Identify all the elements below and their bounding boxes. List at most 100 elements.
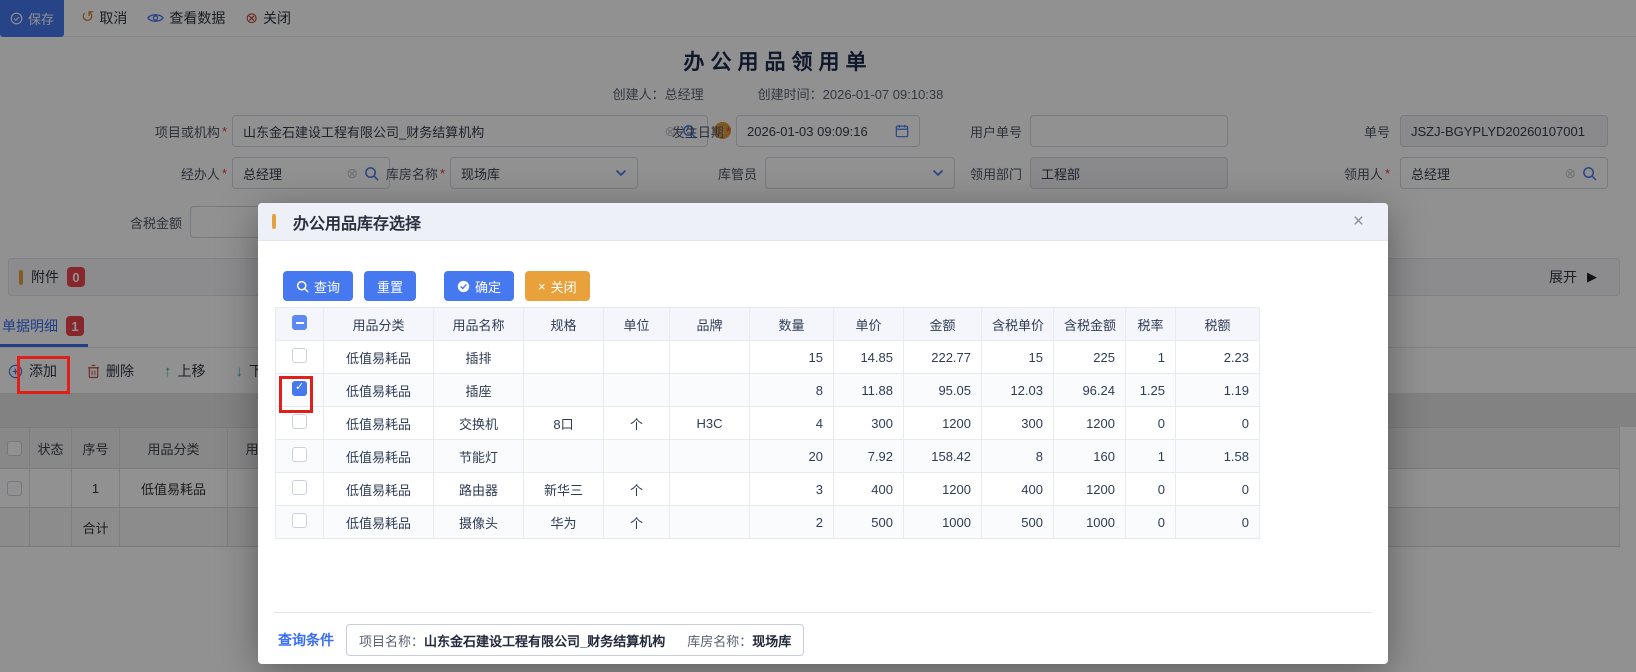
cell: 1200 bbox=[1054, 407, 1126, 440]
reset-button[interactable]: 重置 bbox=[364, 271, 416, 301]
cell: 0 bbox=[1176, 473, 1260, 506]
cell: 300 bbox=[982, 407, 1054, 440]
cell: 96.24 bbox=[1054, 374, 1126, 407]
column-header-9: 含税金额 bbox=[1054, 308, 1126, 341]
cell: 12.03 bbox=[982, 374, 1054, 407]
footer-divider bbox=[274, 612, 1372, 613]
cell bbox=[670, 506, 750, 539]
cell: 11.88 bbox=[834, 374, 904, 407]
cell: 1000 bbox=[1054, 506, 1126, 539]
row-checkbox[interactable] bbox=[292, 381, 307, 396]
reset-label: 重置 bbox=[377, 277, 403, 296]
cell bbox=[604, 341, 670, 374]
cell: 1200 bbox=[904, 407, 982, 440]
dialog-header: 办公用品库存选择 bbox=[258, 203, 1388, 241]
cell: 7.92 bbox=[834, 440, 904, 473]
row-checkbox[interactable] bbox=[292, 513, 307, 528]
cell: 0 bbox=[1126, 473, 1176, 506]
cell: 插排 bbox=[434, 341, 524, 374]
project-condition: 项目名称：山东金石建设工程有限公司_财务结算机构 bbox=[359, 631, 665, 650]
cell: 个 bbox=[604, 407, 670, 440]
cell: 8 bbox=[982, 440, 1054, 473]
cell: H3C bbox=[670, 407, 750, 440]
cell: 华为 bbox=[524, 506, 604, 539]
inventory-row[interactable]: 低值易耗品路由器新华三个34001200400120000 bbox=[276, 473, 1260, 506]
select-all-checkbox[interactable] bbox=[292, 315, 307, 330]
row-checkbox[interactable] bbox=[292, 414, 307, 429]
cell: 300 bbox=[834, 407, 904, 440]
select-all-cell bbox=[276, 308, 324, 341]
cell: 1 bbox=[1126, 341, 1176, 374]
confirm-button[interactable]: 确定 bbox=[444, 271, 514, 301]
cell: 400 bbox=[834, 473, 904, 506]
dialog-close-button[interactable]: × 关闭 bbox=[525, 271, 590, 301]
dialog-close-icon[interactable]: × bbox=[1353, 212, 1364, 231]
cell: 1.58 bbox=[1176, 440, 1260, 473]
column-header-4: 品牌 bbox=[670, 308, 750, 341]
inventory-row[interactable]: 低值易耗品节能灯207.92158.42816011.58 bbox=[276, 440, 1260, 473]
cell: 500 bbox=[834, 506, 904, 539]
query-condition-label: 查询条件 bbox=[278, 630, 334, 650]
inventory-row[interactable]: 低值易耗品插座811.8895.0512.0396.241.251.19 bbox=[276, 374, 1260, 407]
cell: 0 bbox=[1176, 407, 1260, 440]
cell bbox=[670, 341, 750, 374]
cell: 0 bbox=[1176, 506, 1260, 539]
row-select-cell bbox=[276, 341, 324, 374]
office-supplies-requisition-screen: 保存 ↺ 取消 查看数据 ⊗ 关闭 办公用品领用单 创建人：总经理 创建时间：2… bbox=[0, 0, 1636, 672]
cell: 158.42 bbox=[904, 440, 982, 473]
query-label: 查询 bbox=[314, 277, 340, 296]
cell: 插座 bbox=[434, 374, 524, 407]
cell: 3 bbox=[750, 473, 834, 506]
cell: 14.85 bbox=[834, 341, 904, 374]
column-header-7: 金额 bbox=[904, 308, 982, 341]
cell: 1200 bbox=[1054, 473, 1126, 506]
dialog-title: 办公用品库存选择 bbox=[293, 210, 421, 234]
row-checkbox[interactable] bbox=[292, 480, 307, 495]
cell bbox=[670, 473, 750, 506]
inventory-table: 用品分类用品名称规格单位品牌数量单价金额含税单价含税金额税率税额 低值易耗品插排… bbox=[275, 307, 1260, 539]
column-header-5: 数量 bbox=[750, 308, 834, 341]
inventory-row[interactable]: 低值易耗品摄像头华为个25001000500100000 bbox=[276, 506, 1260, 539]
column-header-11: 税额 bbox=[1176, 308, 1260, 341]
row-select-cell bbox=[276, 440, 324, 473]
cell bbox=[670, 440, 750, 473]
cell: 摄像头 bbox=[434, 506, 524, 539]
row-select-cell bbox=[276, 506, 324, 539]
x-icon: × bbox=[538, 279, 546, 294]
cell: 8口 bbox=[524, 407, 604, 440]
cell: 1.19 bbox=[1176, 374, 1260, 407]
dialog-close-label: 关闭 bbox=[551, 277, 577, 296]
cell bbox=[604, 374, 670, 407]
column-header-3: 单位 bbox=[604, 308, 670, 341]
row-select-cell bbox=[276, 473, 324, 506]
column-header-0: 用品分类 bbox=[324, 308, 434, 341]
cell: 1 bbox=[1126, 440, 1176, 473]
dialog-toolbar: 查询 重置 确定 × 关闭 bbox=[283, 271, 590, 301]
cell: 0 bbox=[1126, 407, 1176, 440]
query-condition-box: 项目名称：山东金石建设工程有限公司_财务结算机构 库房名称：现场库 bbox=[346, 624, 804, 656]
row-checkbox[interactable] bbox=[292, 348, 307, 363]
cell: 4 bbox=[750, 407, 834, 440]
row-checkbox[interactable] bbox=[292, 447, 307, 462]
warehouse-condition: 库房名称：现场库 bbox=[687, 631, 791, 650]
inventory-row[interactable]: 低值易耗品交换机8口个H3C43001200300120000 bbox=[276, 407, 1260, 440]
query-button[interactable]: 查询 bbox=[283, 271, 353, 301]
inventory-row[interactable]: 低值易耗品插排1514.85222.771522512.23 bbox=[276, 341, 1260, 374]
cell: 低值易耗品 bbox=[324, 374, 434, 407]
column-header-8: 含税单价 bbox=[982, 308, 1054, 341]
cell bbox=[524, 440, 604, 473]
dialog-accent-icon bbox=[272, 214, 276, 229]
column-header-10: 税率 bbox=[1126, 308, 1176, 341]
confirm-label: 确定 bbox=[475, 277, 501, 296]
cell: 225 bbox=[1054, 341, 1126, 374]
cell: 低值易耗品 bbox=[324, 473, 434, 506]
cell bbox=[524, 374, 604, 407]
cell: 低值易耗品 bbox=[324, 506, 434, 539]
cell: 400 bbox=[982, 473, 1054, 506]
cell: 2.23 bbox=[1176, 341, 1260, 374]
check-circle-icon bbox=[457, 280, 470, 293]
column-header-1: 用品名称 bbox=[434, 308, 524, 341]
cell: 低值易耗品 bbox=[324, 407, 434, 440]
cell: 个 bbox=[604, 506, 670, 539]
column-header-6: 单价 bbox=[834, 308, 904, 341]
